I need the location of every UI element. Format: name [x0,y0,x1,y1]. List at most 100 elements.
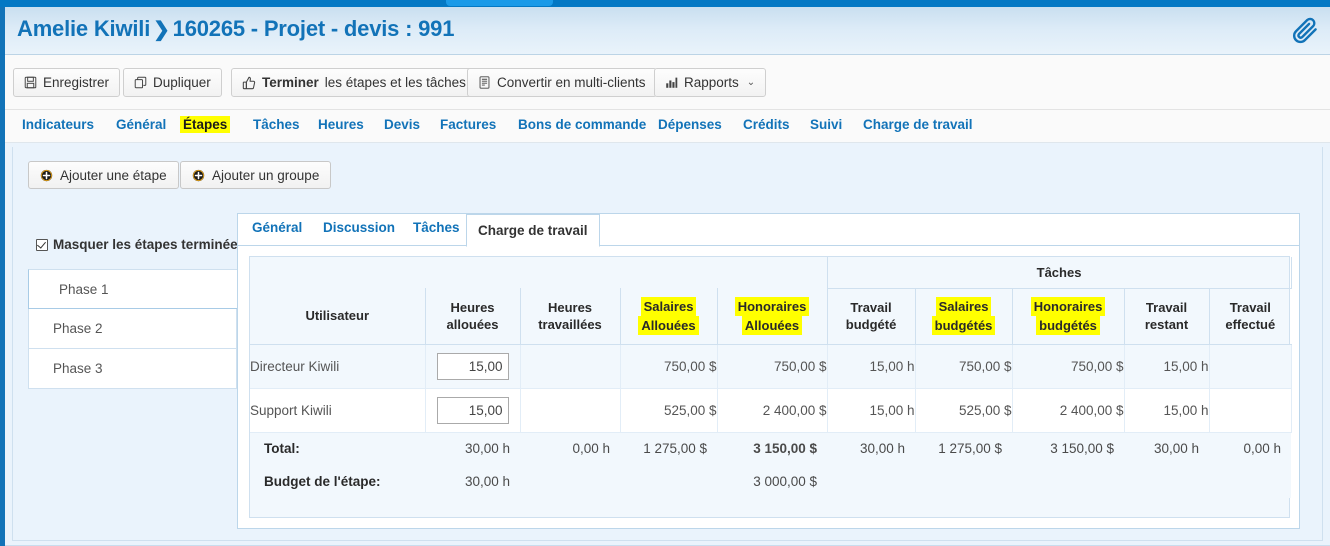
duplicate-button[interactable]: Dupliquer [123,68,222,97]
col-travail-effectue: Travail effectué [1209,288,1292,345]
main-tab-bar: Indicateurs Général Étapes Tâches Heures… [5,110,1330,143]
duplicate-button-label: Dupliquer [153,75,211,90]
tab-charge-de-travail[interactable]: Charge de travail [860,116,976,133]
cell-salaires-budgetes: 525,00 $ [915,388,1013,433]
budget-heures-allouees: 30,00 h [425,465,520,498]
cell-travail-restant: 15,00 h [1124,388,1210,433]
document-icon [478,76,491,89]
plus-circle-icon [40,169,53,182]
tab-bons-de-commande[interactable]: Bons de commande [515,116,649,133]
col-label-l1: Heures [547,299,593,315]
col-heures-travaillees: Heures travaillées [520,288,621,345]
hide-finished-steps-toggle[interactable]: Masquer les étapes terminées [36,237,245,252]
save-button-label: Enregistrer [43,75,110,90]
cell-salaires-budgetes: 750,00 $ [915,344,1013,389]
col-label-l1: Travail [1229,300,1271,315]
phase-list-item-2[interactable]: Phase 2 [28,309,237,349]
subtab-general[interactable]: Général [252,220,302,235]
tab-general[interactable]: Général [113,116,169,133]
tab-indicateurs[interactable]: Indicateurs [19,116,97,133]
heures-allouees-input[interactable] [436,396,509,424]
col-label-l2: restant [1144,317,1189,332]
reports-dropdown-button[interactable]: Rapports ⌄ [654,68,767,97]
cell-honoraires-budgetes: 2 400,00 $ [1012,388,1125,433]
col-honoraires-allouees: Honoraires Allouées [717,288,828,345]
cell-heures-allouees[interactable] [425,388,521,433]
budget-label: Budget de l'étape: [250,465,425,498]
col-label-l2: budgétés [1036,316,1100,335]
total-salaires-allouees: 1 275,00 $ [620,432,717,465]
add-group-label: Ajouter un groupe [212,167,320,183]
col-salaires-allouees: Salaires Allouées [620,288,718,345]
phase-label: Phase 2 [53,321,103,336]
finish-button-label: les étapes et les tâches [324,75,466,90]
budget-salaires-allouees [620,465,717,498]
subtab-charge-de-travail[interactable]: Charge de travail [466,214,600,247]
finish-steps-tasks-button[interactable]: Terminer les étapes et les tâches [231,68,477,97]
col-label-l1: Honoraires [1030,297,1106,316]
phase-sub-tab-bar: Général Discussion Tâches Charge de trav… [238,214,1299,247]
cell-travail-budgete: 15,00 h [827,344,916,389]
add-group-button[interactable]: Ajouter un groupe [180,161,332,189]
budget-salaires-budgetes [915,465,1013,498]
cell-heures-travaillees [520,344,621,389]
cell-heures-allouees[interactable] [425,344,521,389]
add-step-label: Ajouter une étape [60,167,167,183]
finish-button-strong-label: Terminer [262,75,319,90]
paperclip-icon[interactable] [1290,15,1320,45]
action-toolbar: Enregistrer Dupliquer Terminer les étape… [5,55,1330,110]
table-budget-row: Budget de l'étape: 30,00 h 3 000,00 $ [250,465,1292,498]
cell-utilisateur: Support Kiwili [250,388,426,433]
total-salaires-budgetes: 1 275,00 $ [915,432,1013,465]
tab-heures[interactable]: Heures [315,116,367,133]
cell-honoraires-allouees: 2 400,00 $ [717,388,828,433]
phase-list-item-1[interactable]: Phase 1 [28,269,237,309]
tab-taches[interactable]: Tâches [250,116,303,133]
convert-multiclient-button[interactable]: Convertir en multi-clients [467,68,657,97]
tab-depenses[interactable]: Dépenses [655,116,725,133]
col-label-l1: Honoraires [734,296,810,316]
add-step-button[interactable]: Ajouter une étape [28,161,179,189]
browser-tab-stub[interactable] [446,0,553,6]
tab-credits[interactable]: Crédits [740,116,793,133]
content-area: Ajouter une étape Ajouter un groupe Masq… [5,143,1330,546]
heures-allouees-input[interactable] [436,352,509,380]
table-row: Support Kiwili 525,00 $ 2 400,00 $ 15,00… [250,388,1292,433]
col-travail-restant: Travail restant [1124,288,1210,345]
copy-icon [134,76,147,89]
col-label-l1: Travail [1145,300,1188,315]
checkbox-icon[interactable] [36,238,48,251]
cell-salaires-allouees: 750,00 $ [620,344,718,389]
bar-chart-icon [665,76,678,89]
col-heures-allouees: Heures allouées [425,288,521,345]
phase-label: Phase 1 [59,281,109,297]
col-salaires-budgetes: Salaires budgétés [915,288,1013,345]
phase-label: Phase 3 [53,361,103,376]
subtab-taches[interactable]: Tâches [413,220,460,235]
phase-list-item-3[interactable]: Phase 3 [28,349,237,389]
table-row: Directeur Kiwili 750,00 $ 750,00 $ 15,00… [250,344,1292,389]
page-header: Amelie Kiwili ❯ 160265 - Projet - devis : … [5,7,1330,55]
tab-devis[interactable]: Devis [381,116,423,133]
tab-etapes[interactable]: Étapes [180,116,231,133]
tab-factures[interactable]: Factures [437,116,499,133]
tab-suivi[interactable]: Suivi [807,116,845,133]
col-label-l2: effectué [1225,317,1276,332]
table-total-row: Total: 30,00 h 0,00 h 1 275,00 $ 3 150,0… [250,432,1292,465]
breadcrumb-client[interactable]: Amelie Kiwili [17,16,150,41]
col-label-l2: travaillées [538,316,602,332]
col-label-l2: allouées [446,316,499,332]
col-label-l2: budgété [845,317,897,332]
cell-honoraires-budgetes: 750,00 $ [1012,344,1125,389]
cell-salaires-allouees: 525,00 $ [620,388,718,433]
col-label: Utilisateur [305,308,370,324]
hide-finished-steps-label: Masquer les étapes terminées [53,237,246,252]
reports-button-label: Rapports [684,75,739,90]
save-button[interactable]: Enregistrer [13,68,121,97]
cell-utilisateur: Directeur Kiwili [250,344,426,389]
subtab-discussion[interactable]: Discussion [323,220,395,235]
save-icon [24,76,37,89]
col-utilisateur: Utilisateur [250,288,426,345]
cell-honoraires-allouees: 750,00 $ [717,344,828,389]
col-label-l2: Allouées [741,315,803,335]
